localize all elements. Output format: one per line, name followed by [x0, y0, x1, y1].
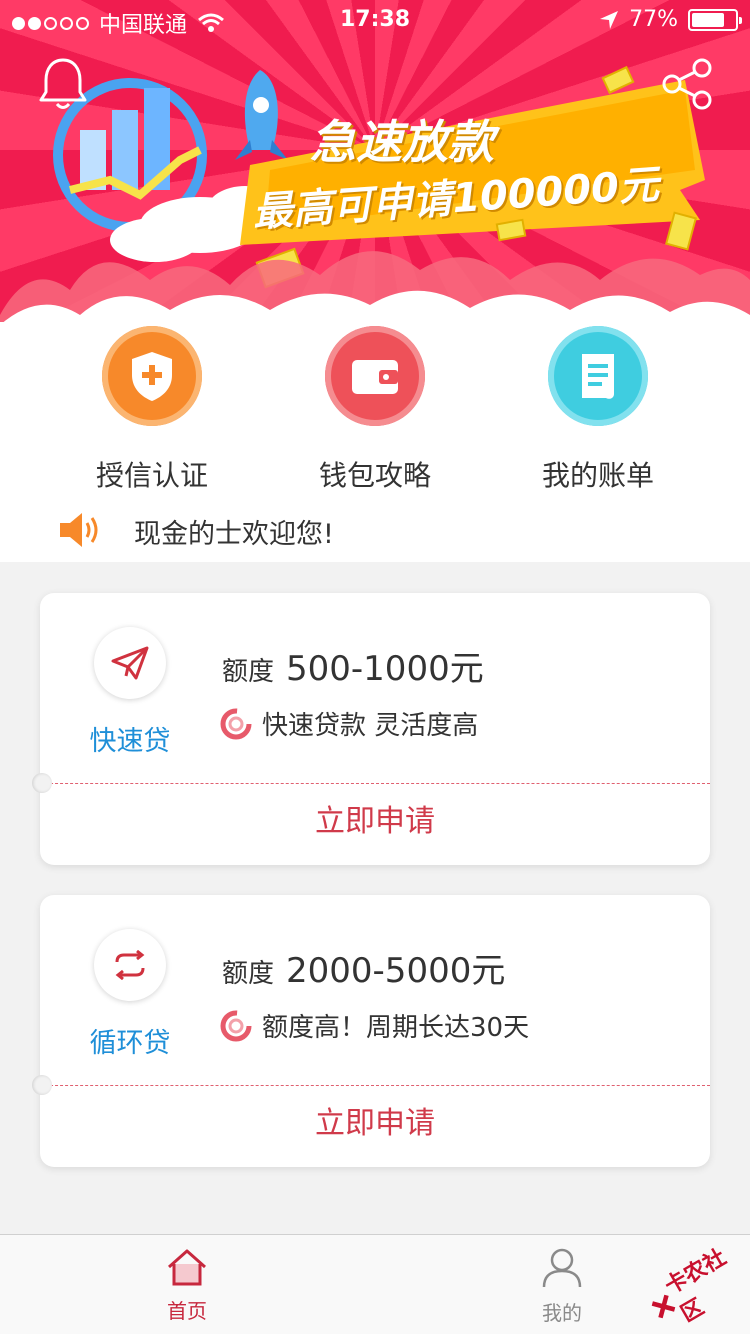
- paper-plane-icon: [94, 627, 166, 699]
- share-icon[interactable]: [660, 58, 716, 110]
- tab-label: 我的: [542, 1301, 582, 1325]
- description-text: 快速贷款 灵活度高: [262, 711, 479, 741]
- notice-bar[interactable]: 现金的士欢迎您!: [0, 500, 750, 562]
- hero-headline: 急速放款: [310, 115, 494, 169]
- battery-fill: [692, 12, 725, 27]
- location-arrow-icon: [600, 10, 619, 29]
- bill-scroll-icon: [548, 326, 648, 426]
- hero-banner[interactable]: 急速放款 最高可申请100000元: [0, 0, 750, 330]
- swirl-icon: [220, 708, 252, 739]
- apply-button[interactable]: 立即申请: [40, 789, 710, 859]
- description-text: 额度高！周期长达30天: [262, 1013, 530, 1043]
- cycle-arrows-icon: [94, 929, 166, 1001]
- tab-bar: 首页 我的: [0, 1234, 750, 1334]
- product-description: 额度高！周期长达30天: [220, 1007, 529, 1044]
- home-icon: [168, 1249, 206, 1286]
- product-limit: 额度 500-1000元: [222, 641, 484, 690]
- quick-action-credit[interactable]: 授信认证: [52, 326, 252, 494]
- limit-value: 500-1000元: [286, 649, 484, 689]
- quick-action-bill[interactable]: 我的账单: [498, 326, 698, 494]
- apply-button[interactable]: 立即申请: [40, 1091, 710, 1161]
- card-divider: [40, 783, 710, 784]
- product-description: 快速贷款 灵活度高: [220, 705, 478, 742]
- product-card-quick-loan[interactable]: 快速贷 额度 500-1000元 快速贷款 灵活度高 立即申请: [32, 593, 710, 865]
- status-bar: 中国联通 17:38 77%: [0, 0, 750, 40]
- product-card-revolving-loan[interactable]: 循环贷 额度 2000-5000元 额度高！周期长达30天 立即申请: [32, 895, 710, 1167]
- limit-value: 2000-5000元: [286, 951, 506, 991]
- bell-icon[interactable]: [38, 56, 88, 112]
- wallet-icon: [325, 326, 425, 426]
- quick-action-label: 授信认证: [95, 459, 208, 492]
- notice-text: 现金的士欢迎您!: [134, 519, 334, 550]
- quick-action-label: 钱包攻略: [318, 459, 431, 492]
- product-limit: 额度 2000-5000元: [222, 943, 505, 992]
- product-name: 循环贷: [89, 1028, 171, 1059]
- swirl-icon: [220, 1010, 252, 1041]
- tab-home[interactable]: 首页: [127, 1247, 247, 1324]
- speaker-icon: [60, 513, 98, 547]
- card-divider: [40, 1085, 710, 1086]
- status-right: 77%: [599, 7, 742, 32]
- person-icon: [542, 1248, 582, 1288]
- battery-percent: 77%: [629, 7, 678, 32]
- product-name: 快速贷: [89, 726, 171, 757]
- tab-label: 首页: [167, 1299, 207, 1323]
- limit-label: 额度: [222, 959, 275, 989]
- battery-icon: [688, 8, 742, 31]
- hero-clouds: [0, 251, 750, 330]
- quick-action-label: 我的账单: [541, 459, 654, 492]
- limit-label: 额度: [222, 657, 275, 687]
- tab-mine[interactable]: 我的: [502, 1247, 622, 1326]
- quick-action-wallet[interactable]: 钱包攻略: [275, 326, 475, 494]
- shield-plus-icon: [102, 326, 202, 426]
